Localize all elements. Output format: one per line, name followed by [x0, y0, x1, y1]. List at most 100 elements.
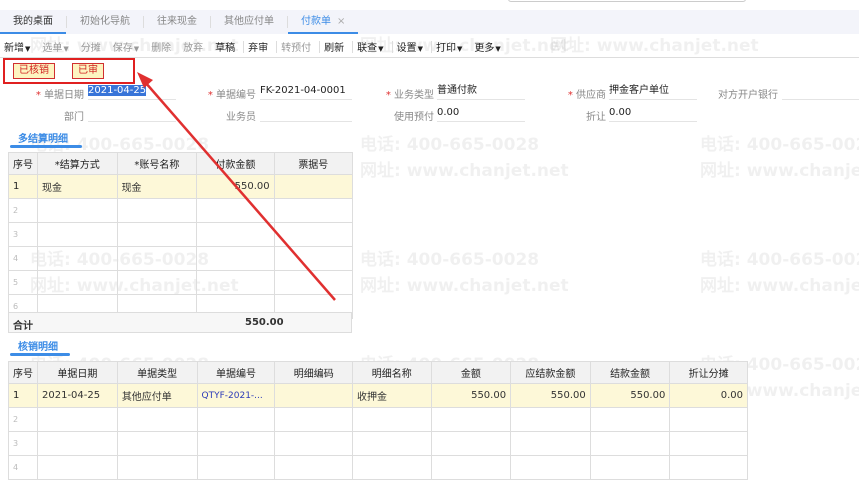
writeoff-section-title[interactable]: 核销明细 — [18, 338, 58, 353]
table-cell[interactable] — [196, 455, 276, 480]
table-cell[interactable] — [196, 270, 275, 295]
column-header[interactable]: 付款金额 — [196, 152, 275, 175]
table-cell[interactable]: 2 — [8, 198, 38, 223]
table-cell[interactable] — [273, 198, 354, 223]
table-cell[interactable]: 550.00 — [430, 383, 512, 408]
table-cell[interactable] — [116, 431, 198, 456]
table-cell[interactable] — [196, 246, 275, 271]
table-cell[interactable] — [37, 407, 118, 432]
column-header[interactable]: 单据日期 — [37, 361, 118, 384]
tab-item[interactable]: 付款单 × — [288, 10, 359, 34]
table-cell[interactable]: 550.00 — [510, 383, 591, 408]
table-cell[interactable] — [116, 198, 198, 223]
table-cell[interactable] — [116, 407, 198, 432]
tab-item[interactable]: 其他应付单 — [211, 10, 287, 34]
table-row[interactable]: 4 — [8, 246, 354, 271]
table-cell[interactable] — [352, 407, 432, 432]
table-cell[interactable] — [274, 455, 353, 480]
column-header[interactable]: 序号 — [8, 152, 38, 175]
table-row[interactable]: 2 — [8, 198, 354, 223]
table-cell[interactable] — [37, 455, 118, 480]
table-cell[interactable] — [196, 198, 275, 223]
toolbar-button[interactable]: 选单▼ — [38, 39, 76, 54]
table-cell[interactable] — [274, 383, 353, 408]
table-cell[interactable] — [669, 407, 748, 432]
table-cell[interactable]: 550.00 — [196, 174, 275, 199]
table-cell[interactable] — [37, 222, 118, 247]
table-cell[interactable] — [274, 407, 353, 432]
table-row[interactable]: 2 — [8, 407, 748, 432]
column-header[interactable]: 折让分摊 — [669, 361, 748, 384]
table-cell[interactable] — [510, 431, 591, 456]
prepay-field[interactable]: 0.00 — [437, 106, 525, 122]
table-cell[interactable] — [37, 246, 118, 271]
toolbar-button[interactable]: 保存▼ — [109, 39, 147, 54]
table-cell[interactable] — [352, 431, 432, 456]
table-cell[interactable] — [589, 407, 671, 432]
table-cell[interactable] — [274, 431, 353, 456]
table-cell[interactable] — [116, 222, 198, 247]
column-header[interactable]: 单据编号 — [196, 361, 276, 384]
table-cell[interactable]: 3 — [8, 222, 38, 247]
toolbar-button[interactable]: 设置▼ — [393, 39, 431, 54]
table-cell[interactable]: 1 — [8, 174, 38, 199]
tab-item[interactable]: 我的桌面 — [0, 10, 66, 34]
column-header[interactable]: 应结款金额 — [510, 361, 591, 384]
toolbar-button[interactable]: 更多▼ — [470, 39, 508, 54]
column-header[interactable]: 明细编码 — [274, 361, 353, 384]
tab-item[interactable]: 初始化导航 — [67, 10, 143, 34]
table-row[interactable]: 3 — [8, 431, 748, 456]
table-cell[interactable]: 4 — [8, 455, 38, 480]
table-cell[interactable]: 现金 — [116, 174, 198, 199]
column-header[interactable]: 票据号 — [273, 152, 354, 175]
table-cell[interactable]: 3 — [8, 431, 38, 456]
toolbar-button[interactable]: 转预付 — [277, 39, 319, 54]
toolbar-button[interactable]: 草稿 — [211, 39, 243, 54]
table-cell[interactable] — [273, 222, 354, 247]
close-icon[interactable]: × — [337, 16, 345, 27]
toolbar-button[interactable]: 放弃 — [179, 39, 211, 54]
table-cell[interactable]: 2 — [8, 407, 38, 432]
table-cell[interactable]: 收押金 — [352, 383, 432, 408]
table-cell[interactable] — [273, 270, 354, 295]
table-cell[interactable] — [510, 407, 591, 432]
table-cell[interactable] — [116, 246, 198, 271]
date-field[interactable]: 2021-04-25 — [88, 84, 176, 100]
table-cell[interactable] — [430, 431, 512, 456]
column-header[interactable]: 序号 — [8, 361, 38, 384]
table-cell[interactable]: 550.00 — [589, 383, 671, 408]
table-cell[interactable]: QTYF-2021-... — [196, 383, 276, 408]
toolbar-button[interactable]: 弃审 — [244, 39, 276, 54]
table-cell[interactable] — [37, 431, 118, 456]
tab-item[interactable]: 往来现金 — [144, 10, 210, 34]
table-row[interactable]: 5 — [8, 270, 354, 295]
column-header[interactable]: 金额 — [430, 361, 512, 384]
bank-field[interactable] — [782, 84, 859, 100]
table-cell[interactable] — [196, 222, 275, 247]
table-cell[interactable] — [669, 431, 748, 456]
table-cell[interactable]: 4 — [8, 246, 38, 271]
column-header[interactable]: 单据类型 — [116, 361, 198, 384]
no-field[interactable]: FK-2021-04-0001 — [260, 84, 352, 100]
settle-section-title[interactable]: 多结算明细 — [18, 130, 68, 145]
table-cell[interactable] — [430, 407, 512, 432]
toolbar-button[interactable]: 删除 — [147, 39, 179, 54]
column-header[interactable]: *账号名称 — [116, 152, 198, 175]
table-cell[interactable] — [589, 431, 671, 456]
table-cell[interactable] — [116, 455, 198, 480]
table-cell[interactable]: 现金 — [37, 174, 118, 199]
table-cell[interactable]: 2021-04-25 — [37, 383, 118, 408]
column-header[interactable]: 明细名称 — [352, 361, 432, 384]
table-cell[interactable] — [37, 198, 118, 223]
table-cell[interactable] — [430, 455, 512, 480]
table-cell[interactable] — [37, 270, 118, 295]
table-row[interactable]: 1 现金 现金 550.00 — [8, 174, 354, 199]
table-cell[interactable]: 0.00 — [669, 383, 748, 408]
table-cell[interactable] — [669, 455, 748, 480]
toolbar-button[interactable]: 刷新 — [320, 39, 352, 54]
table-cell[interactable] — [589, 455, 671, 480]
table-row[interactable]: 4 — [8, 455, 748, 480]
table-cell[interactable] — [352, 455, 432, 480]
table-cell[interactable]: 5 — [8, 270, 38, 295]
toolbar-button[interactable]: 新增▼ — [0, 39, 38, 54]
